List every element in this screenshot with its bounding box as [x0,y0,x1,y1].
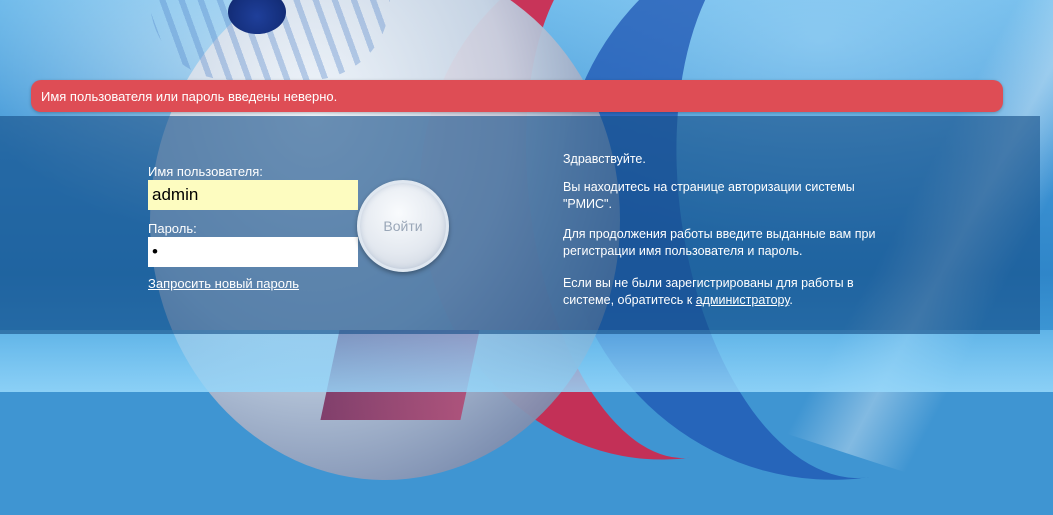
login-button[interactable]: Войти [357,180,449,272]
info-paragraph-2-line-2: регистрации имя пользователя и пароль. [563,244,803,258]
info-paragraph-3-line-2-prefix: системе, обратитесь к [563,293,696,307]
info-paragraph-1-line-2: "РМИС". [563,197,612,211]
info-paragraph-3: Если вы не были зарегистрированы для раб… [563,275,854,309]
info-paragraph-3-line-1: Если вы не были зарегистрированы для раб… [563,276,854,290]
reset-password-link[interactable]: Запросить новый пароль [148,276,299,291]
username-input[interactable] [148,180,358,210]
info-paragraph-3-line-2-suffix: . [789,293,793,307]
info-greeting: Здравствуйте. [563,152,646,166]
username-label: Имя пользователя: [148,164,263,179]
info-paragraph-2-line-1: Для продолжения работы введите выданные … [563,227,876,241]
error-message: Имя пользователя или пароль введены неве… [41,89,338,104]
info-paragraph-2: Для продолжения работы введите выданные … [563,226,875,260]
error-banner: Имя пользователя или пароль введены неве… [31,80,1003,112]
password-input[interactable] [148,237,358,267]
administrator-link[interactable]: администратору [696,293,790,307]
info-paragraph-1: Вы находитесь на странице авторизации си… [563,179,855,213]
password-label: Пароль: [148,221,197,236]
info-paragraph-1-line-1: Вы находитесь на странице авторизации си… [563,180,855,194]
background-bottom-glow [0,330,1053,392]
